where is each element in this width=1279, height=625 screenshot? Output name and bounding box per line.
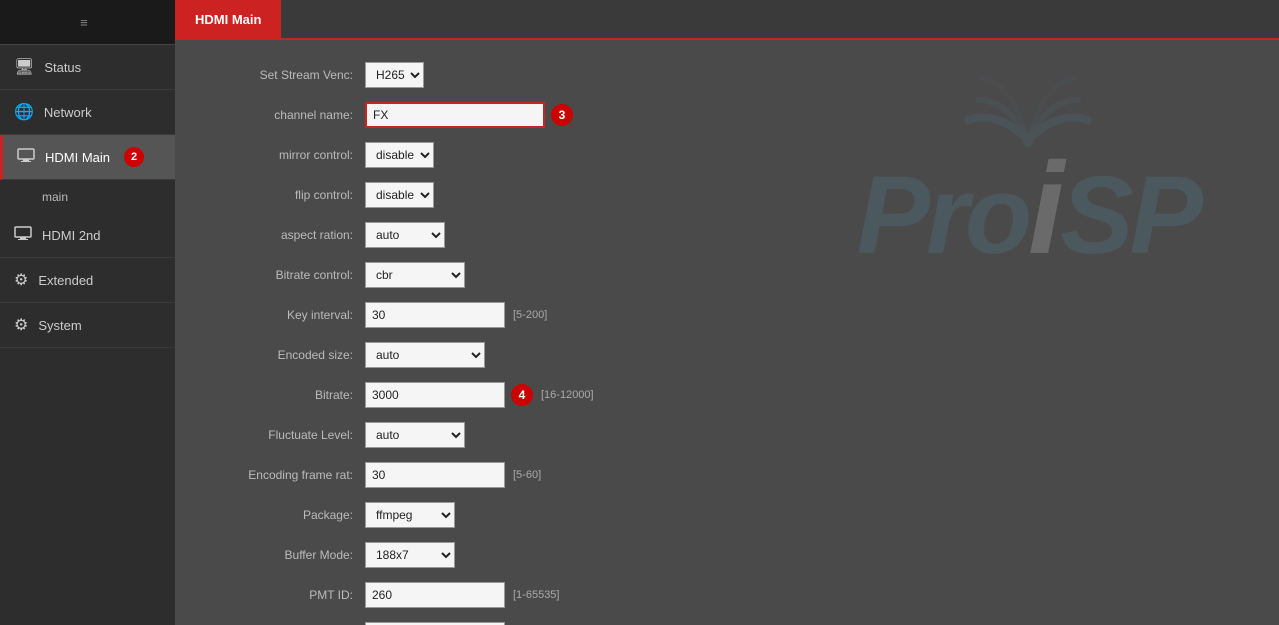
channel-name-badge: 3 (551, 104, 573, 126)
row-fluctuate-level: Fluctuate Level: auto low medium high (205, 420, 1249, 450)
sidebar-logo: ≡ (0, 0, 175, 45)
sidebar-item-system[interactable]: ⚙ System (0, 303, 175, 348)
package-label: Package: (205, 508, 365, 522)
tab-hdmi-main[interactable]: HDMI Main (175, 0, 281, 38)
row-encoded-size: Encoded size: auto 1920x1080 1280x720 (205, 340, 1249, 370)
set-stream-venc-select[interactable]: H265 H264 (365, 62, 424, 88)
hdmi-main-badge: 2 (124, 147, 144, 167)
row-pmt-id: PMT ID: [1-65535] (205, 580, 1249, 610)
system-icon: ⚙ (14, 315, 28, 335)
hdmi-main-icon (17, 148, 35, 167)
tab-label: HDMI Main (195, 12, 261, 27)
sidebar: ≡ 🖥 Status 🌐 Network HDMI Main 2 main (0, 0, 175, 625)
row-encoding-frame-rat: Encoding frame rat: [5-60] (205, 460, 1249, 490)
bitrate-control-label: Bitrate control: (205, 268, 365, 282)
row-set-stream-venc: Set Stream Venc: H265 H264 (205, 60, 1249, 90)
row-flip-control: flip control: disable enable (205, 180, 1249, 210)
channel-name-input[interactable] (365, 102, 545, 128)
row-transport-id: Transport ID: [256-3840] (205, 620, 1249, 625)
encoded-size-select[interactable]: auto 1920x1080 1280x720 (365, 342, 485, 368)
tab-bar: HDMI Main (175, 0, 1279, 40)
encoding-frame-rat-input[interactable] (365, 462, 505, 488)
row-key-interval: Key interval: [5-200] (205, 300, 1249, 330)
bitrate-input[interactable] (365, 382, 505, 408)
sidebar-label-status: Status (44, 60, 81, 75)
row-buffer-mode: Buffer Mode: 188x7 188x14 188x21 (205, 540, 1249, 570)
aspect-ration-select[interactable]: auto 4:3 16:9 (365, 222, 445, 248)
row-package: Package: ffmpeg udp rtp (205, 500, 1249, 530)
mirror-control-select[interactable]: disable enable (365, 142, 434, 168)
main-content: HDMI Main ProiSP Set Str (175, 0, 1279, 625)
sidebar-label-system: System (38, 318, 81, 333)
row-mirror-control: mirror control: disable enable (205, 140, 1249, 170)
pmt-id-input[interactable] (365, 582, 505, 608)
sidebar-sub-main-label: main (42, 190, 68, 204)
key-interval-input[interactable] (365, 302, 505, 328)
pmt-id-hint: [1-65535] (513, 589, 559, 601)
bitrate-label: Bitrate: (205, 388, 365, 402)
fluctuate-level-select[interactable]: auto low medium high (365, 422, 465, 448)
sidebar-sub-main[interactable]: main (0, 180, 175, 214)
sidebar-item-network[interactable]: 🌐 Network (0, 90, 175, 135)
logo-text: ≡ (80, 15, 95, 30)
fluctuate-level-label: Fluctuate Level: (205, 428, 365, 442)
row-bitrate: Bitrate: 4 [16-12000] (205, 380, 1249, 410)
flip-control-select[interactable]: disable enable (365, 182, 434, 208)
sidebar-item-status[interactable]: 🖥 Status (0, 45, 175, 90)
buffer-mode-label: Buffer Mode: (205, 548, 365, 562)
key-interval-hint: [5-200] (513, 309, 547, 321)
sidebar-item-hdmi-main[interactable]: HDMI Main 2 (0, 135, 175, 180)
mirror-control-label: mirror control: (205, 148, 365, 162)
sidebar-label-hdmi-main: HDMI Main (45, 150, 110, 165)
sidebar-item-extended[interactable]: ⚙ Extended (0, 258, 175, 303)
sidebar-item-hdmi-2nd[interactable]: HDMI 2nd (0, 214, 175, 258)
network-icon: 🌐 (14, 102, 34, 122)
bitrate-control-select[interactable]: cbr vbr (365, 262, 465, 288)
sidebar-label-network: Network (44, 105, 92, 120)
bitrate-badge: 4 (511, 384, 533, 406)
encoding-frame-rat-hint: [5-60] (513, 469, 541, 481)
encoding-frame-rat-label: Encoding frame rat: (205, 468, 365, 482)
bitrate-hint: [16-12000] (541, 389, 594, 401)
encoded-size-label: Encoded size: (205, 348, 365, 362)
row-bitrate-control: Bitrate control: cbr vbr (205, 260, 1249, 290)
key-interval-label: Key interval: (205, 308, 365, 322)
channel-name-label: channel name: (205, 108, 365, 122)
flip-control-label: flip control: (205, 188, 365, 202)
hdmi-2nd-icon (14, 226, 32, 245)
pmt-id-label: PMT ID: (205, 588, 365, 602)
extended-icon: ⚙ (14, 270, 28, 290)
row-aspect-ration: aspect ration: auto 4:3 16:9 (205, 220, 1249, 250)
content-area: ProiSP Set Stream Venc: H265 H264 channe… (175, 40, 1279, 625)
aspect-ration-label: aspect ration: (205, 228, 365, 242)
sidebar-label-extended: Extended (38, 273, 93, 288)
monitor-icon: 🖥 (14, 57, 34, 77)
set-stream-venc-label: Set Stream Venc: (205, 68, 365, 82)
sidebar-label-hdmi-2nd: HDMI 2nd (42, 228, 101, 243)
row-channel-name: channel name: 3 (205, 100, 1249, 130)
buffer-mode-select[interactable]: 188x7 188x14 188x21 (365, 542, 455, 568)
package-select[interactable]: ffmpeg udp rtp (365, 502, 455, 528)
